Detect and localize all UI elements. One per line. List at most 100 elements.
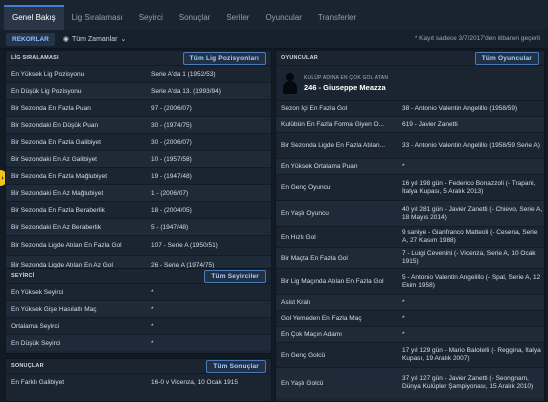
player-record-row-value: 619 - Javier Zanetti — [402, 120, 458, 128]
attendance-record-row-value: * — [151, 288, 154, 296]
league-record-row-label: Bir Sezonda En Fazla Galibiyet — [11, 138, 101, 146]
player-record-row-value: 17 yıl 129 gün - Mario Balotelli (- Regg… — [402, 347, 541, 362]
player-record-row-value: * — [402, 162, 405, 170]
player-record-row-label: En Yaşlı Oyuncu — [281, 210, 329, 217]
player-record-row-value: 9 saniye - Gianfranco Matteoli (- Cesena… — [402, 229, 538, 244]
results-record-row[interactable]: En Farklı Galibiyet 16-0 v Vicenza, 10 Oc… — [6, 373, 271, 390]
all-attendance-button[interactable]: Tüm Seyirciler — [204, 269, 266, 283]
tab-results[interactable]: Sonuçlar — [171, 13, 219, 30]
tab-transfers[interactable]: Transferler — [310, 13, 364, 30]
player-record-row[interactable]: Bir Maçta En Fazla Gol 7 - Luigi Cevenini… — [276, 247, 544, 268]
player-record-row[interactable]: En Yaşlı Golcü 37 yıl 127 gün - Javier Za… — [276, 367, 544, 398]
players-panel: OYUNCULAR Tüm Oyuncular KULÜP ADINA EN Ç… — [275, 50, 545, 402]
player-record-row[interactable]: En Çok Maçın Adamı * — [276, 326, 544, 342]
tab-overview[interactable]: Genel Bakış — [4, 5, 64, 30]
player-record-row-value: 37 yıl 127 gün - Javier Zanetti (- Seong… — [402, 375, 534, 390]
player-record-row[interactable]: Bir Lig Maçında Atılan En Fazla Gol 5 - A… — [276, 268, 544, 294]
league-record-row-value: 97 - (2006/07) — [151, 104, 192, 112]
tab-attendance[interactable]: Seyirci — [131, 13, 171, 30]
league-positions-title: LİG SIRALAMASI — [11, 55, 59, 61]
player-record-row[interactable]: En Genç Oyuncu 16 yıl 198 gün - Federico … — [276, 174, 544, 200]
player-record-row-label: En Yüksek Ortalama Puan — [281, 163, 358, 170]
league-record-row-value: 107 - Serie A (1950/51) — [151, 242, 218, 249]
tab-series[interactable]: Seriler — [218, 13, 257, 30]
player-record-row-label: Asist Kralı — [281, 299, 311, 306]
player-record-row-label: Kulübün En Fazla Forma Giyen O... — [281, 121, 384, 128]
player-record-row-value: 40 yıl 281 gün - Javier Zanetti (- Chiev… — [402, 205, 543, 221]
player-record-row-value: * — [402, 298, 405, 306]
league-record-row[interactable]: Bir Sezondaki En Az Galibiyet 10 - (1957/… — [6, 150, 271, 167]
league-record-row-label: Bir Sezondaki En Düşük Puan — [11, 121, 99, 129]
player-silhouette-icon — [282, 72, 298, 94]
player-record-row[interactable]: En Hızlı Gol 9 saniye - Gianfranco Matteo… — [276, 226, 544, 247]
all-players-button[interactable]: Tüm Oyuncular — [474, 51, 539, 65]
tab-league-positions[interactable]: Lig Sıralaması — [64, 13, 131, 30]
league-record-row-label: En Yüksek Lig Pozisyonu — [11, 70, 85, 78]
player-record-row-label: Bir Lig Maçında Atılan En Fazla Gol — [281, 278, 384, 285]
league-record-row[interactable]: En Yüksek Lig Pozisyonu Serie A'da 1 (195… — [6, 65, 271, 82]
league-record-row-label: En Düşük Lig Pozisyonu — [11, 87, 82, 95]
player-record-row-label: En Hızlı Gol — [281, 233, 316, 241]
league-record-row[interactable]: Bir Sezondaki En Az Mağlubiyet 1 - (2006/… — [6, 184, 271, 201]
tab-players[interactable]: Oyuncular — [257, 13, 309, 30]
player-record-row-label: En Çok Maçın Adamı — [281, 331, 343, 338]
players-title: OYUNCULAR — [281, 55, 318, 61]
attendance-record-row[interactable]: Ortalama Seyirci * — [6, 317, 271, 334]
attendance-record-row[interactable]: En Düşük Seyirci * — [6, 334, 271, 351]
top-scorer-box[interactable]: KULÜP ADINA EN ÇOK GOL ATAN 246 - Giusep… — [276, 65, 544, 100]
league-record-row-label: Bir Sezonda En Fazla Puan — [11, 104, 91, 112]
player-record-row-label: En Genç Oyuncu — [281, 184, 331, 191]
attendance-record-row-label: En Düşük Seyirci — [11, 339, 61, 347]
league-record-row[interactable]: Bir Sezonda En Fazla Beraberlik 18 - (200… — [6, 201, 271, 218]
league-record-row[interactable]: Bir Sezonda En Fazla Mağlubiyet 19 - (194… — [6, 167, 271, 184]
league-record-row-value: 5 - (1947/48) — [151, 223, 189, 231]
results-record-row-value: 16-0 v Vicenza, 10 Ocak 1915 — [151, 378, 238, 386]
all-results-button[interactable]: Tüm Sonuçlar — [206, 359, 266, 373]
league-record-row-label: Bir Sezondaki En Az Mağlubiyet — [11, 189, 104, 197]
all-league-positions-button[interactable]: Tüm Lig Pozisyonları — [182, 51, 266, 65]
league-record-row[interactable]: Bir Sezonda En Fazla Puan 97 - (2006/07) — [6, 99, 271, 116]
top-scorer-caption: KULÜP ADINA EN ÇOK GOL ATAN — [304, 74, 389, 81]
time-filter-dropdown[interactable]: ◉ Tüm Zamanlar ⌄ — [63, 35, 127, 44]
player-record-row-label: Sezon İçi En Fazla Gol — [281, 105, 348, 112]
player-record-row[interactable]: En Yüksek Ortalama Puan * — [276, 158, 544, 174]
player-record-row[interactable]: Gol Yemeden En Fazla Maç * — [276, 310, 544, 326]
league-record-row[interactable]: Bir Sezondaki En Az Beraberlik 5 - (1947/… — [6, 218, 271, 235]
top-tab-bar: Genel Bakış Lig Sıralaması Seyirci Sonuç… — [0, 0, 548, 31]
player-record-row-value: 7 - Luigi Cevenini (- Vicenza, Serie A, … — [402, 250, 536, 265]
record-note: * Kayıt sadece 3/7/2017'den itibaren geç… — [414, 35, 540, 42]
league-record-row-label: Bir Sezonda Ligde Atılan En Fazla Gol — [11, 242, 122, 249]
players-header: OYUNCULAR Tüm Oyuncular — [276, 51, 544, 65]
player-record-row-label: En Yaşlı Golcü — [281, 379, 324, 387]
league-record-row[interactable]: Bir Sezondaki En Düşük Puan 30 - (1974/75… — [6, 116, 271, 133]
top-scorer-name: 246 - Giuseppe Meazza — [304, 82, 386, 92]
league-record-row-value: 30 - (2006/07) — [151, 138, 192, 146]
league-record-row[interactable]: Bir Sezonda En Fazla Galibiyet 30 - (2006… — [6, 133, 271, 150]
league-positions-header: LİG SIRALAMASI Tüm Lig Pozisyonları — [6, 51, 271, 65]
player-record-row[interactable]: En Genç Golcü 17 yıl 129 gün - Mario Balo… — [276, 342, 544, 367]
league-record-row-value: 19 - (1947/48) — [151, 172, 192, 180]
attendance-record-row[interactable]: En Yüksek Seyirci * — [6, 283, 271, 300]
player-record-row-value: * — [402, 330, 405, 338]
league-record-row-value: 1 - (2006/07) — [151, 189, 189, 197]
time-filter-label: Tüm Zamanlar — [71, 35, 118, 43]
records-button[interactable]: REKORLAR — [6, 32, 55, 46]
attendance-title: SEYİRCİ — [11, 273, 35, 279]
player-record-row-value: 33 - Antonio Valentin Angelillo (1958/59… — [402, 141, 540, 149]
attendance-panel: SEYİRCİ Tüm Seyirciler En Yüksek Seyirci… — [5, 268, 272, 354]
attendance-record-row-label: En Yüksek Gişe Hasılatlı Maç — [11, 305, 97, 313]
league-record-row[interactable]: Bir Sezonda Ligde Atılan En Fazla Gol 107… — [6, 235, 271, 255]
league-record-row-label: Bir Sezondaki En Az Beraberlik — [11, 223, 101, 231]
player-record-row[interactable]: Asist Kralı * — [276, 294, 544, 310]
attendance-record-row-value: * — [151, 305, 154, 313]
attendance-record-row[interactable]: En Yüksek Gişe Hasılatlı Maç * — [6, 300, 271, 317]
attendance-record-row-label: En Yüksek Seyirci — [11, 288, 64, 296]
player-record-row-label: Gol Yemeden En Fazla Maç — [281, 315, 362, 322]
player-record-row[interactable]: Bir Sezonda Ligde En Fazla Atılan... 33 -… — [276, 132, 544, 158]
player-record-row[interactable]: Kulübün En Fazla Forma Giyen O... 619 - J… — [276, 116, 544, 132]
player-record-row[interactable]: Sezon İçi En Fazla Gol 38 - Antonio Valen… — [276, 100, 544, 116]
attendance-record-row-label: Ortalama Seyirci — [11, 322, 60, 330]
league-record-row[interactable]: En Düşük Lig Pozisyonu Serie A'da 13. (19… — [6, 82, 271, 99]
player-record-row[interactable]: En Yaşlı Oyuncu 40 yıl 281 gün - Javier Z… — [276, 200, 544, 226]
results-panel: SONUÇLAR Tüm Sonuçlar En Farklı Galibiye… — [5, 358, 272, 402]
